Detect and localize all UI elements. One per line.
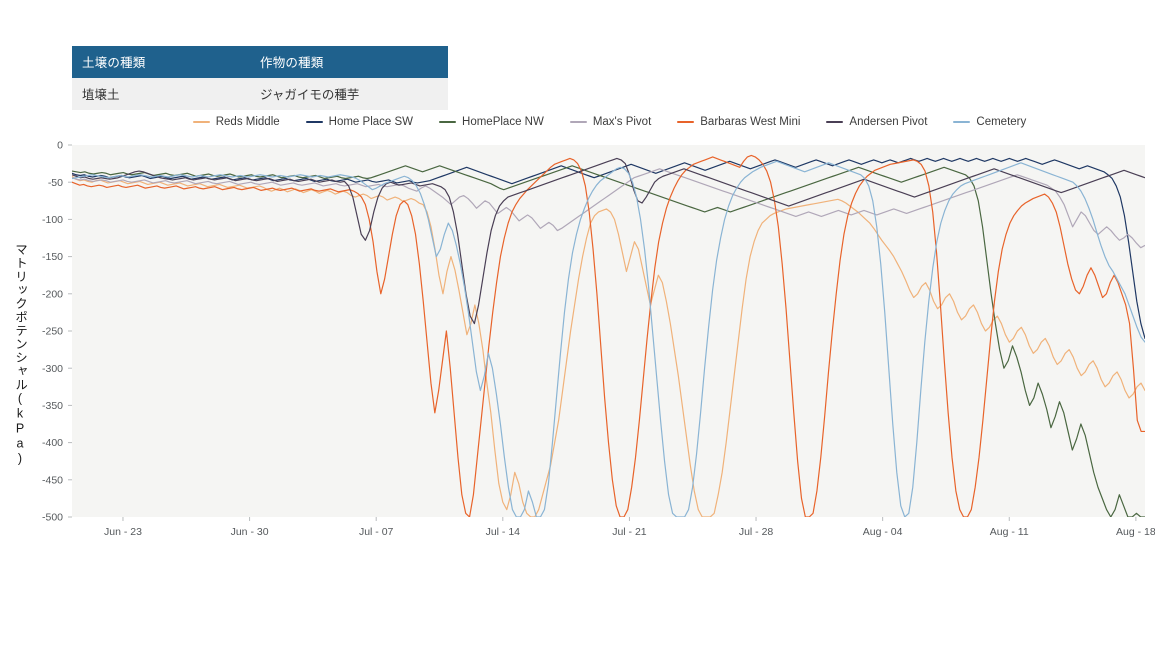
y-axis-tick-label: -450 — [42, 474, 63, 486]
table-header-soil-type: 土壌の種類 — [72, 46, 250, 78]
x-axis-tick-label: Jul - 21 — [612, 526, 647, 538]
y-axis-tick-label: 0 — [57, 140, 63, 152]
y-axis-tick-label: -500 — [42, 512, 63, 524]
legend-swatch-icon — [569, 121, 587, 123]
chart-container: 0 -50 -100 -150 -200 -250 -300 -350 -400 -450 -500… — [0, 130, 1155, 550]
legend-item-homeplace-nw[interactable]: HomePlace NW — [439, 116, 544, 128]
x-axis-tick-label: Aug - 18 — [1116, 526, 1155, 538]
plot-background — [72, 145, 1145, 517]
legend-item-max-s-pivot[interactable]: Max's Pivot — [569, 116, 652, 128]
line-chart: 0 -50 -100 -150 -200 -250 -300 -350 -400 -450 -500… — [42, 140, 1155, 538]
table-header-crop-type: 作物の種類 — [250, 46, 448, 78]
x-axis-tick-label: Aug - 04 — [863, 526, 903, 538]
x-axis-tick-label: Aug - 11 — [990, 526, 1029, 538]
legend-item-label: HomePlace NW — [462, 116, 544, 128]
y-axis-tick-label: -350 — [42, 400, 63, 412]
legend-swatch-icon — [826, 121, 844, 123]
legend-swatch-icon — [953, 121, 971, 123]
x-axis-tick-label: Jun - 23 — [104, 526, 142, 538]
legend-item-label: Cemetery — [976, 116, 1027, 128]
x-axis-tick-label: Jun - 30 — [231, 526, 269, 538]
x-axis-tick-label: Jul - 14 — [486, 526, 521, 538]
legend-swatch-icon — [439, 121, 457, 123]
legend-swatch-icon — [305, 121, 323, 123]
y-axis-tick-label: -250 — [42, 326, 63, 338]
cell-crop-type: ジャガイモの種芋 — [250, 78, 448, 110]
legend-item-cemetery[interactable]: Cemetery — [953, 116, 1026, 128]
y-axis-tick-label: -400 — [42, 437, 63, 449]
legend-swatch-icon — [192, 121, 210, 123]
y-axis-tick-label: -100 — [42, 214, 63, 226]
table-row: 埴壌土 ジャガイモの種芋 — [72, 78, 448, 110]
legend-item-label: Reds Middle — [215, 116, 280, 128]
legend-item-label: Max's Pivot — [592, 116, 652, 128]
y-axis-tick-label: -50 — [48, 177, 63, 189]
cell-soil-type: 埴壌土 — [72, 78, 250, 110]
legend-item-home-place-sw[interactable]: Home Place SW — [305, 116, 414, 128]
y-axis-tick-label: -300 — [42, 363, 63, 375]
legend-item-label: Barbaras West Mini — [700, 116, 801, 128]
legend-swatch-icon — [677, 121, 695, 123]
legend-item-label: Home Place SW — [328, 116, 414, 128]
y-axis-tick-label: -150 — [42, 251, 63, 263]
legend-item-label: Andersen Pivot — [849, 116, 928, 128]
x-axis-tick-label: Jul - 28 — [739, 526, 774, 538]
soil-crop-info-table: 土壌の種類 作物の種類 埴壌土 ジャガイモの種芋 — [72, 46, 448, 110]
legend-item-barbaras-west-mini[interactable]: Barbaras West Mini — [677, 116, 800, 128]
legend-item-andersen-pivot[interactable]: Andersen Pivot — [826, 116, 927, 128]
x-axis-tick-label: Jul - 07 — [359, 526, 394, 538]
y-axis-tick-label: -200 — [42, 288, 63, 300]
chart-legend: Reds Middle Home Place SW HomePlace NW Max'… — [72, 116, 1147, 128]
legend-item-reds-middle[interactable]: Reds Middle — [192, 116, 280, 128]
table-header-row: 土壌の種類 作物の種類 — [72, 46, 448, 78]
